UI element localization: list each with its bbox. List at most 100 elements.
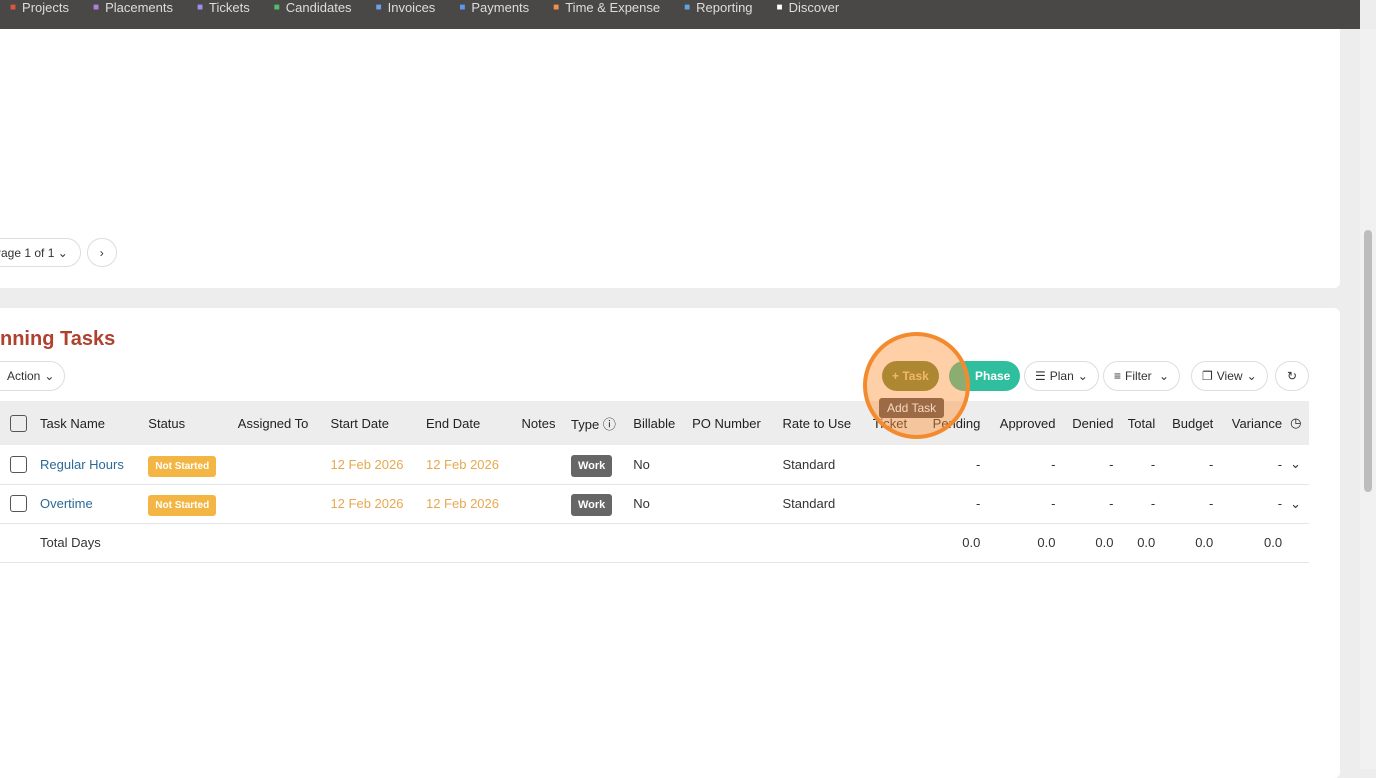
- next-page-button[interactable]: ›: [86, 238, 117, 267]
- clock-icon[interactable]: ◷: [1290, 415, 1301, 430]
- refresh-icon: ↻: [1286, 369, 1298, 383]
- help-icon: ⓘ: [602, 416, 616, 432]
- select-all-checkbox[interactable]: [10, 414, 27, 432]
- total-total: 0.0: [1117, 523, 1160, 563]
- budget-cell: -: [1159, 484, 1218, 524]
- click-highlight: [863, 332, 970, 439]
- column-header[interactable]: Rate to Use: [778, 401, 869, 445]
- page-label: Page 1 of 1: [0, 245, 55, 260]
- column-header[interactable]: Status: [144, 401, 234, 445]
- column-header[interactable]: PO Number: [688, 401, 779, 445]
- add-task-tooltip: Add Task: [879, 398, 945, 418]
- nav-item[interactable]: ■ Payments: [459, 0, 529, 15]
- row-checkbox[interactable]: [10, 495, 27, 513]
- coin-icon: ■: [459, 2, 466, 13]
- column-header[interactable]: Denied: [1059, 401, 1118, 445]
- tag-icon: ■: [196, 2, 204, 13]
- chart-icon: ■: [684, 2, 691, 13]
- plan-label: Plan: [1049, 369, 1074, 383]
- row-checkbox[interactable]: [10, 455, 27, 473]
- filter-button[interactable]: ≡ Filter ⌄: [1103, 361, 1181, 391]
- rate: Standard: [778, 484, 869, 524]
- nav-item[interactable]: ■ Discover: [777, 0, 840, 15]
- nav-label: Time & Expense: [565, 0, 661, 15]
- column-header[interactable]: Approved: [984, 401, 1060, 445]
- total-variance: 0.0: [1217, 523, 1287, 563]
- view-button[interactable]: ❐ View ⌄: [1191, 361, 1268, 391]
- column-header[interactable]: Task Name: [36, 401, 145, 445]
- denied-cell: -: [1059, 484, 1118, 524]
- approved-cell: -: [984, 484, 1060, 524]
- total-cell: -: [1117, 445, 1160, 485]
- briefcase-icon: ■: [93, 2, 100, 13]
- invoice-icon: ■: [375, 2, 382, 13]
- column-header[interactable]: Billable: [629, 401, 689, 445]
- nav-label: Discover: [788, 0, 840, 15]
- nav-item[interactable]: ■ Projects: [10, 0, 69, 15]
- nav-item[interactable]: ■ Invoices: [376, 0, 436, 15]
- column-header[interactable]: Type ⓘ: [567, 401, 630, 445]
- total-cell: -: [1117, 484, 1160, 524]
- plan-button[interactable]: ☰ Plan ⌄: [1024, 361, 1099, 391]
- total-approved: 0.0: [984, 523, 1060, 563]
- nav-item[interactable]: ■ Tickets: [197, 0, 250, 15]
- denied-cell: -: [1059, 445, 1118, 485]
- nav-item[interactable]: ■ Time & Expense: [553, 0, 660, 15]
- pending-cell: -: [918, 445, 985, 485]
- nav-label: Placements: [105, 0, 173, 15]
- column-header[interactable]: Budget: [1159, 401, 1218, 445]
- status-badge: Not Started: [148, 455, 217, 477]
- chevron-down-icon[interactable]: ⌄: [1290, 456, 1301, 471]
- previous-panel: [0, 29, 1340, 288]
- column-header[interactable]: Variance: [1217, 401, 1287, 445]
- end-date: 12 Feb 2026: [421, 484, 518, 524]
- rate: Standard: [778, 445, 869, 485]
- end-date: 12 Feb 2026: [421, 445, 518, 485]
- column-header[interactable]: Notes: [517, 401, 567, 445]
- column-header[interactable]: End Date: [421, 401, 518, 445]
- filter-icon: ≡: [1114, 369, 1122, 383]
- type-badge: Work: [571, 454, 613, 477]
- column-header[interactable]: Start Date: [326, 401, 422, 445]
- search-icon: ■: [776, 2, 783, 13]
- budget-cell: -: [1159, 445, 1218, 485]
- refresh-button[interactable]: ↻: [1275, 361, 1309, 391]
- people-icon: ■: [273, 2, 280, 13]
- tasks-table: Task Name Status Assigned To Start Date End …: [0, 401, 1309, 563]
- pagination: Page 1 of 1 ⌄ ›: [0, 238, 117, 267]
- pending-cell: -: [918, 484, 985, 524]
- task-name-link[interactable]: Overtime: [40, 496, 93, 511]
- scrollbar[interactable]: [1360, 29, 1376, 769]
- action-label: Action: [7, 369, 41, 383]
- sliders-icon: ☰: [1035, 369, 1046, 383]
- checkbox-icon: ■: [10, 2, 17, 13]
- filter-label: Filter: [1125, 369, 1152, 383]
- clock-icon: ■: [553, 2, 560, 13]
- nav-item[interactable]: ■ Reporting: [684, 0, 752, 15]
- column-header[interactable]: Total: [1117, 401, 1160, 445]
- page-select[interactable]: Page 1 of 1 ⌄: [0, 238, 81, 267]
- column-header[interactable]: Assigned To: [233, 401, 327, 445]
- status-badge: Not Started: [148, 495, 217, 516]
- section-title: nning Tasks: [0, 328, 116, 350]
- variance-cell: -: [1217, 445, 1287, 485]
- total-denied: 0.0: [1059, 523, 1118, 563]
- nav-item[interactable]: ■ Candidates: [274, 0, 352, 15]
- view-label: View: [1216, 369, 1243, 383]
- chevron-down-icon[interactable]: ⌄: [1290, 496, 1301, 511]
- table-row: Overtime Not Started 12 Feb 2026 12 Feb …: [0, 484, 1309, 524]
- scrollbar-thumb[interactable]: [1364, 230, 1372, 492]
- nav-label: Candidates: [285, 0, 352, 15]
- type-badge: Work: [571, 494, 613, 516]
- nav-label: Payments: [471, 0, 530, 15]
- nav-item[interactable]: ■ Placements: [93, 0, 173, 15]
- table-row: Regular Hours Not Started 12 Feb 2026 12…: [0, 445, 1309, 485]
- copy-icon: ❐: [1202, 369, 1213, 383]
- top-nav: ■ Projects ■ Placements ■ Tickets ■ Candidates ■…: [0, 0, 1360, 29]
- approved-cell: -: [984, 445, 1060, 485]
- action-button[interactable]: Action ⌄: [0, 361, 66, 391]
- task-name-link[interactable]: Regular Hours: [40, 457, 124, 472]
- nav-label: Tickets: [209, 0, 250, 15]
- nav-label: Reporting: [696, 0, 753, 15]
- totals-label: Total Days: [36, 523, 145, 563]
